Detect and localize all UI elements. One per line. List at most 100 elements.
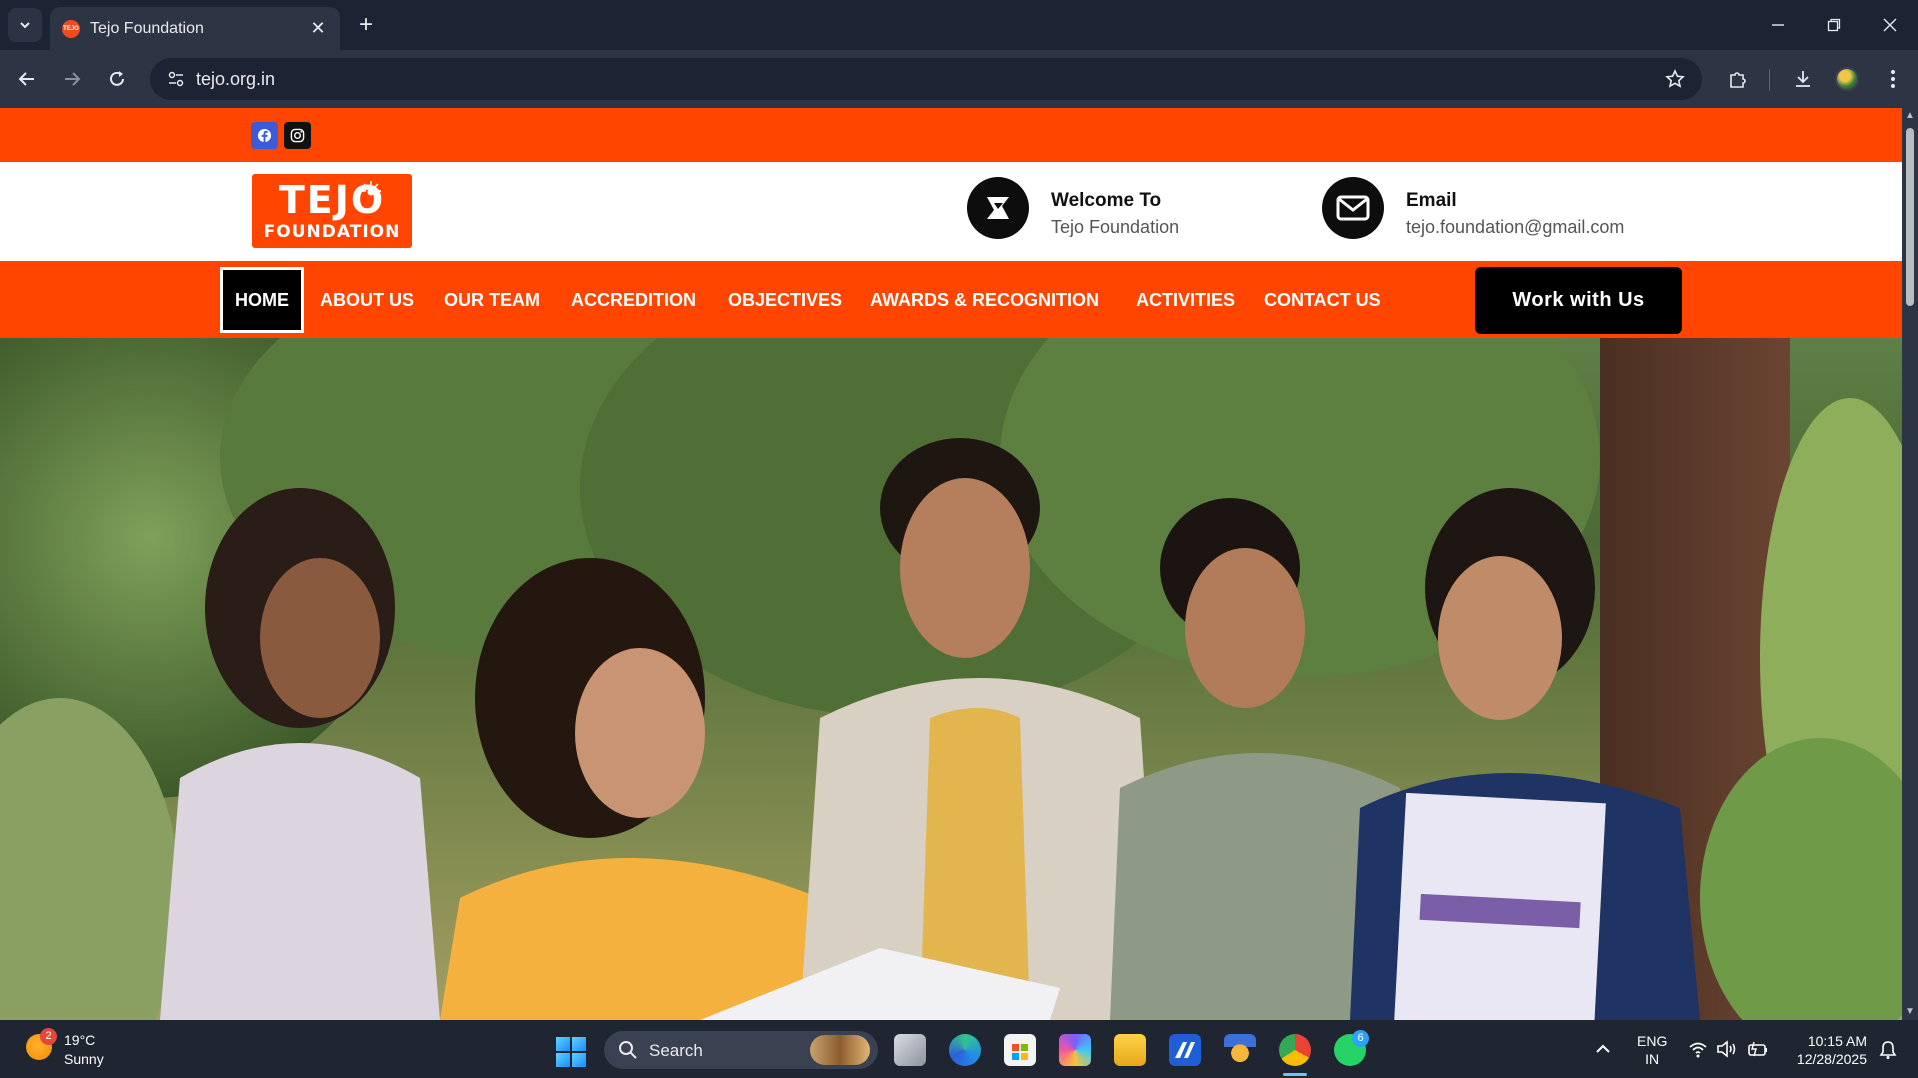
browser-toolbar: tejo.org.in [0,50,1918,108]
file-explorer-icon[interactable] [1114,1034,1146,1066]
site-header: TEJO FOUNDATION Welcome To Tejo Foundati… [0,162,1902,261]
url-text[interactable]: tejo.org.in [196,69,275,90]
task-view-icon[interactable] [894,1034,926,1066]
instagram-link[interactable] [284,122,311,149]
chrome-active-indicator [1283,1073,1307,1076]
weather-temp[interactable]: 19°C [64,1032,95,1048]
work-with-us-button[interactable]: Work with Us [1475,267,1682,334]
search-label: Search [649,1041,703,1060]
app-a-icon [1175,1042,1195,1058]
instagram-icon [290,128,305,143]
toolbar-divider [1769,69,1770,91]
taskbar-search[interactable]: Search [604,1031,878,1069]
volume-icon[interactable] [1716,1040,1738,1058]
language-indicator[interactable]: ENG IN [1637,1032,1667,1068]
reload-button[interactable] [100,62,134,96]
lang-line2: IN [1645,1051,1660,1067]
chrome-icon[interactable] [1279,1034,1311,1066]
scroll-thumb[interactable] [1906,128,1914,306]
restore-icon [1827,18,1841,32]
tune-icon [168,71,184,87]
search-highlight-art [810,1035,870,1065]
puzzle-icon [1730,72,1746,88]
email-title: Email [1406,190,1457,211]
windows-taskbar: 2 19°C Sunny Search 6 ENG IN 10:15 AM 12… [0,1020,1918,1078]
nav-home[interactable]: HOME [220,267,304,333]
nav-objectives[interactable]: OBJECTIVES [716,267,854,333]
back-button[interactable] [10,62,44,96]
hero-photo [0,338,1902,1020]
download-icon [1796,71,1810,87]
forward-button[interactable] [55,62,89,96]
downloads-button[interactable] [1786,62,1820,96]
extensions-button[interactable] [1721,62,1755,96]
copilot-icon[interactable] [1059,1034,1091,1066]
welcome-block: Welcome To Tejo Foundation [967,175,1227,241]
chevron-down-icon [20,22,30,29]
site-logo[interactable]: TEJO FOUNDATION [252,174,412,248]
new-tab-button[interactable]: + [352,12,380,40]
arrow-right-icon [65,72,81,86]
start-button[interactable] [556,1037,586,1067]
chevron-up-icon[interactable] [1594,1042,1612,1056]
windows-logo-icon [572,1053,586,1067]
wifi-icon[interactable] [1688,1040,1708,1058]
email-address[interactable]: tejo.foundation@gmail.com [1406,217,1624,238]
address-bar[interactable]: tejo.org.in [150,58,1702,100]
logo-mark-badge [967,177,1029,239]
tab-title: Tejo Foundation [90,19,204,37]
envelope-icon [1336,195,1370,221]
search-icon [619,1041,637,1059]
close-window-button[interactable] [1862,0,1918,50]
reload-icon [110,71,124,86]
social-topbar [0,108,1902,162]
lang-line1: ENG [1637,1033,1668,1049]
tab-search-button[interactable] [8,8,42,42]
page-scrollbar[interactable]: ▲ ▼ [1902,108,1918,1020]
restore-button[interactable] [1806,0,1862,50]
windows-logo-icon [556,1053,570,1067]
browser-tab[interactable]: TEJO Tejo Foundation ✕ [50,7,340,50]
browser-menu-button[interactable] [1876,62,1910,96]
nav-about-us[interactable]: ABOUT US [308,267,426,333]
logo-title: TEJO [278,178,386,222]
scroll-up-icon[interactable]: ▲ [1905,111,1915,121]
battery-icon[interactable] [1746,1040,1770,1058]
facebook-icon [257,128,272,143]
site-info-button[interactable] [160,63,192,95]
nav-contact-us[interactable]: CONTACT US [1252,267,1393,333]
nav-accredition[interactable]: ACCREDITION [559,267,708,333]
medal-app-icon[interactable] [1224,1034,1256,1066]
welcome-subtitle: Tejo Foundation [1051,217,1180,237]
profile-button[interactable] [1830,62,1864,96]
weather-badge: 2 [40,1028,57,1045]
sun-rays-icon [361,181,381,196]
kebab-menu-icon [1891,70,1895,88]
favicon-icon: TEJO [62,19,80,38]
bookmark-star-button[interactable] [1662,66,1688,92]
nav-activities[interactable]: ACTIVITIES [1124,267,1247,333]
edge-icon[interactable] [949,1034,981,1066]
nav-awards-recognition[interactable]: AWARDS & RECOGNITION [858,267,1111,333]
store-icon[interactable] [1004,1034,1036,1066]
scroll-down-icon[interactable]: ▼ [1905,1007,1915,1017]
browser-tab-bar: TEJO Tejo Foundation ✕ + [0,0,1918,50]
minimize-icon [1772,24,1784,26]
system-clock[interactable]: 10:15 AM 12/28/2025 [1789,1032,1867,1068]
notification-bell-icon[interactable] [1878,1040,1898,1060]
arrow-left-icon [18,72,34,86]
facebook-link[interactable] [251,122,278,149]
email-badge [1322,177,1384,239]
welcome-title: Welcome To [1051,190,1162,211]
app-blue-icon[interactable] [1169,1034,1201,1066]
logo-subtitle: FOUNDATION [263,222,401,242]
tab-close-icon[interactable]: ✕ [308,18,328,39]
minimize-button[interactable] [1750,0,1806,50]
nav-our-team[interactable]: OUR TEAM [432,267,552,333]
whatsapp-badge: 6 [1352,1030,1369,1047]
windows-logo-icon [556,1037,570,1051]
weather-desc[interactable]: Sunny [64,1051,104,1067]
store-grid-icon [1012,1044,1028,1060]
logo-mark-icon [987,197,1009,219]
star-icon [1665,69,1685,88]
